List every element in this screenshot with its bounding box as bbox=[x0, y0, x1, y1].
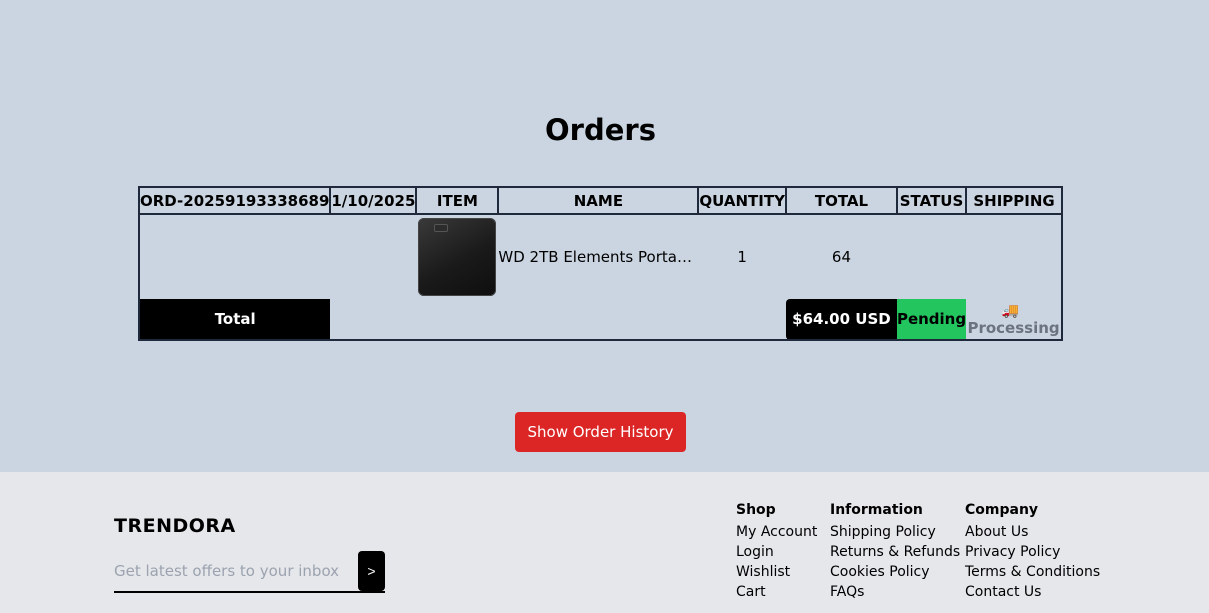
footer-heading-information: Information bbox=[830, 502, 923, 518]
empty-cell bbox=[416, 299, 499, 341]
header-shipping: SHIPPING bbox=[965, 186, 1063, 215]
footer-link-my-account[interactable]: My Account bbox=[736, 522, 817, 542]
footer-link-terms-conditions[interactable]: Terms & Conditions bbox=[965, 562, 1100, 582]
total-label: Total bbox=[137, 299, 331, 341]
newsletter-email-input[interactable] bbox=[114, 551, 354, 591]
footer-link-cookies-policy[interactable]: Cookies Policy bbox=[830, 562, 960, 582]
footer-heading-shop: Shop bbox=[736, 502, 776, 518]
status-badge: Pending bbox=[896, 299, 967, 341]
item-cell bbox=[416, 214, 498, 299]
footer-heading-company: Company bbox=[965, 502, 1039, 518]
newsletter-form: > bbox=[114, 551, 385, 593]
newsletter-submit-button[interactable]: > bbox=[358, 551, 385, 591]
footer-link-contact-us[interactable]: Contact Us bbox=[965, 582, 1100, 602]
item-name-cell: WD 2TB Elements Portabl... bbox=[498, 214, 698, 299]
footer-link-shipping-policy[interactable]: Shipping Policy bbox=[830, 522, 960, 542]
table-header-row: ORD-20259193338689 1/10/2025 ITEM NAME Q… bbox=[137, 186, 1063, 215]
empty-cell bbox=[330, 299, 417, 341]
header-date: 1/10/2025 bbox=[329, 186, 418, 215]
total-row: Total $64.00 USD Pending 🚚Processing bbox=[137, 299, 1063, 341]
empty-cell bbox=[137, 214, 331, 299]
header-quantity: QUANTITY bbox=[697, 186, 787, 215]
empty-cell bbox=[698, 299, 786, 341]
footer: TRENDORA > Shop My Account Login Wishlis… bbox=[0, 472, 1209, 613]
header-item: ITEM bbox=[415, 186, 500, 215]
table-row: WD 2TB Elements Portabl... 1 64 bbox=[137, 214, 1063, 299]
header-order-id: ORD-20259193338689 bbox=[137, 186, 332, 215]
item-total: 64 bbox=[831, 248, 851, 266]
footer-link-wishlist[interactable]: Wishlist bbox=[736, 562, 817, 582]
shipping-status-label: Processing bbox=[967, 319, 1060, 337]
external-hard-drive-image[interactable] bbox=[418, 218, 497, 296]
orders-table: ORD-20259193338689 1/10/2025 ITEM NAME Q… bbox=[137, 186, 1063, 341]
header-status: STATUS bbox=[895, 186, 968, 215]
footer-link-login[interactable]: Login bbox=[736, 542, 817, 562]
empty-cell bbox=[330, 214, 416, 299]
footer-link-returns-refunds[interactable]: Returns & Refunds bbox=[830, 542, 960, 562]
footer-link-faqs[interactable]: FAQs bbox=[830, 582, 960, 602]
footer-link-cart[interactable]: Cart bbox=[736, 582, 817, 602]
footer-column-shop: Shop My Account Login Wishlist Cart bbox=[736, 502, 817, 602]
header-total: TOTAL bbox=[784, 186, 898, 215]
empty-cell bbox=[897, 214, 966, 299]
item-name[interactable]: WD 2TB Elements Portabl... bbox=[498, 248, 696, 266]
orders-page: Orders ORD-20259193338689 1/10/2025 ITEM… bbox=[0, 0, 1209, 472]
footer-link-about-us[interactable]: About Us bbox=[965, 522, 1100, 542]
header-name: NAME bbox=[497, 186, 700, 215]
brand-logo[interactable]: TRENDORA bbox=[114, 515, 236, 537]
footer-column-information: Information Shipping Policy Returns & Re… bbox=[830, 502, 960, 602]
page-title: Orders bbox=[545, 113, 656, 147]
item-quantity: 1 bbox=[737, 248, 747, 266]
empty-cell bbox=[966, 214, 1063, 299]
total-amount: $64.00 USD bbox=[785, 299, 897, 341]
empty-cell bbox=[498, 299, 699, 341]
show-order-history-button[interactable]: Show Order History bbox=[515, 412, 686, 452]
footer-column-company: Company About Us Privacy Policy Terms & … bbox=[965, 502, 1100, 602]
shipping-status: 🚚Processing bbox=[966, 299, 1063, 341]
truck-icon: 🚚 bbox=[1001, 303, 1020, 319]
footer-link-privacy-policy[interactable]: Privacy Policy bbox=[965, 542, 1100, 562]
